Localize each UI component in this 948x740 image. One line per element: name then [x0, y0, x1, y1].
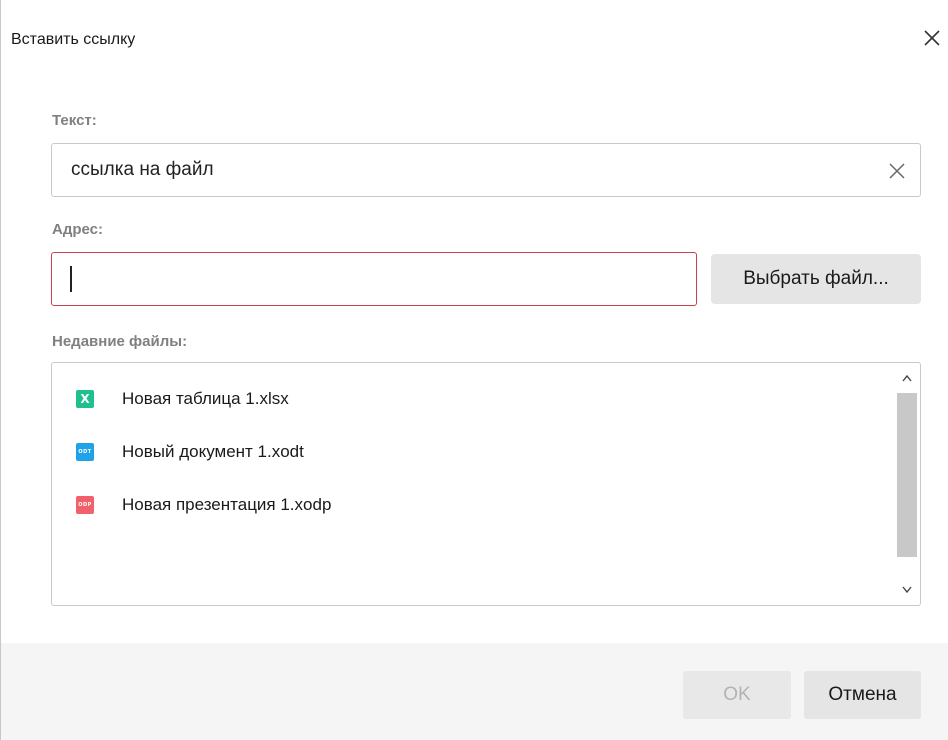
- recent-files-label: Недавние файлы:: [52, 333, 188, 350]
- address-input[interactable]: [51, 252, 697, 306]
- scroll-down-button[interactable]: [894, 575, 920, 605]
- text-caret: [70, 266, 72, 292]
- chevron-down-icon: [902, 586, 912, 594]
- recent-files-list[interactable]: X Новая таблица 1.xlsx ODT Новый докумен…: [51, 362, 921, 606]
- text-input-value: ссылка на файл: [71, 159, 214, 180]
- address-label: Адрес:: [52, 221, 103, 238]
- file-name: Новая таблица 1.xlsx: [122, 389, 289, 408]
- chevron-up-icon: [902, 374, 912, 382]
- vertical-scrollbar[interactable]: [894, 363, 920, 605]
- scroll-up-button[interactable]: [894, 363, 920, 393]
- text-label: Текст:: [52, 112, 97, 129]
- list-item-recent-document[interactable]: ODT Новый документ 1.xodt: [52, 432, 892, 472]
- title-bar: Вставить ссылку: [1, 0, 948, 82]
- insert-link-dialog: Вставить ссылку Текст: ссылка на файл Ад…: [0, 0, 948, 740]
- ok-button[interactable]: OK: [683, 671, 791, 719]
- dialog-title: Вставить ссылку: [11, 31, 136, 48]
- xodp-file-icon: ODP: [76, 496, 94, 514]
- close-icon: [924, 30, 940, 46]
- list-item-recent-presentation[interactable]: ODP Новая презентация 1.xodp: [52, 485, 892, 525]
- file-name: Новая презентация 1.xodp: [122, 495, 332, 514]
- file-name: Новый документ 1.xodt: [122, 442, 304, 461]
- scrollbar-thumb[interactable]: [897, 393, 917, 557]
- text-input[interactable]: ссылка на файл: [51, 143, 921, 197]
- xodt-file-icon: ODT: [76, 443, 94, 461]
- choose-file-button[interactable]: Выбрать файл...: [711, 254, 921, 304]
- clear-icon: [889, 163, 905, 179]
- dialog-footer: OK Отмена: [1, 643, 948, 740]
- cancel-button[interactable]: Отмена: [804, 671, 921, 719]
- list-item-recent-spreadsheet[interactable]: X Новая таблица 1.xlsx: [52, 379, 892, 419]
- xlsx-file-icon: X: [76, 390, 94, 408]
- clear-text-button[interactable]: [886, 160, 908, 182]
- close-button[interactable]: [920, 26, 944, 50]
